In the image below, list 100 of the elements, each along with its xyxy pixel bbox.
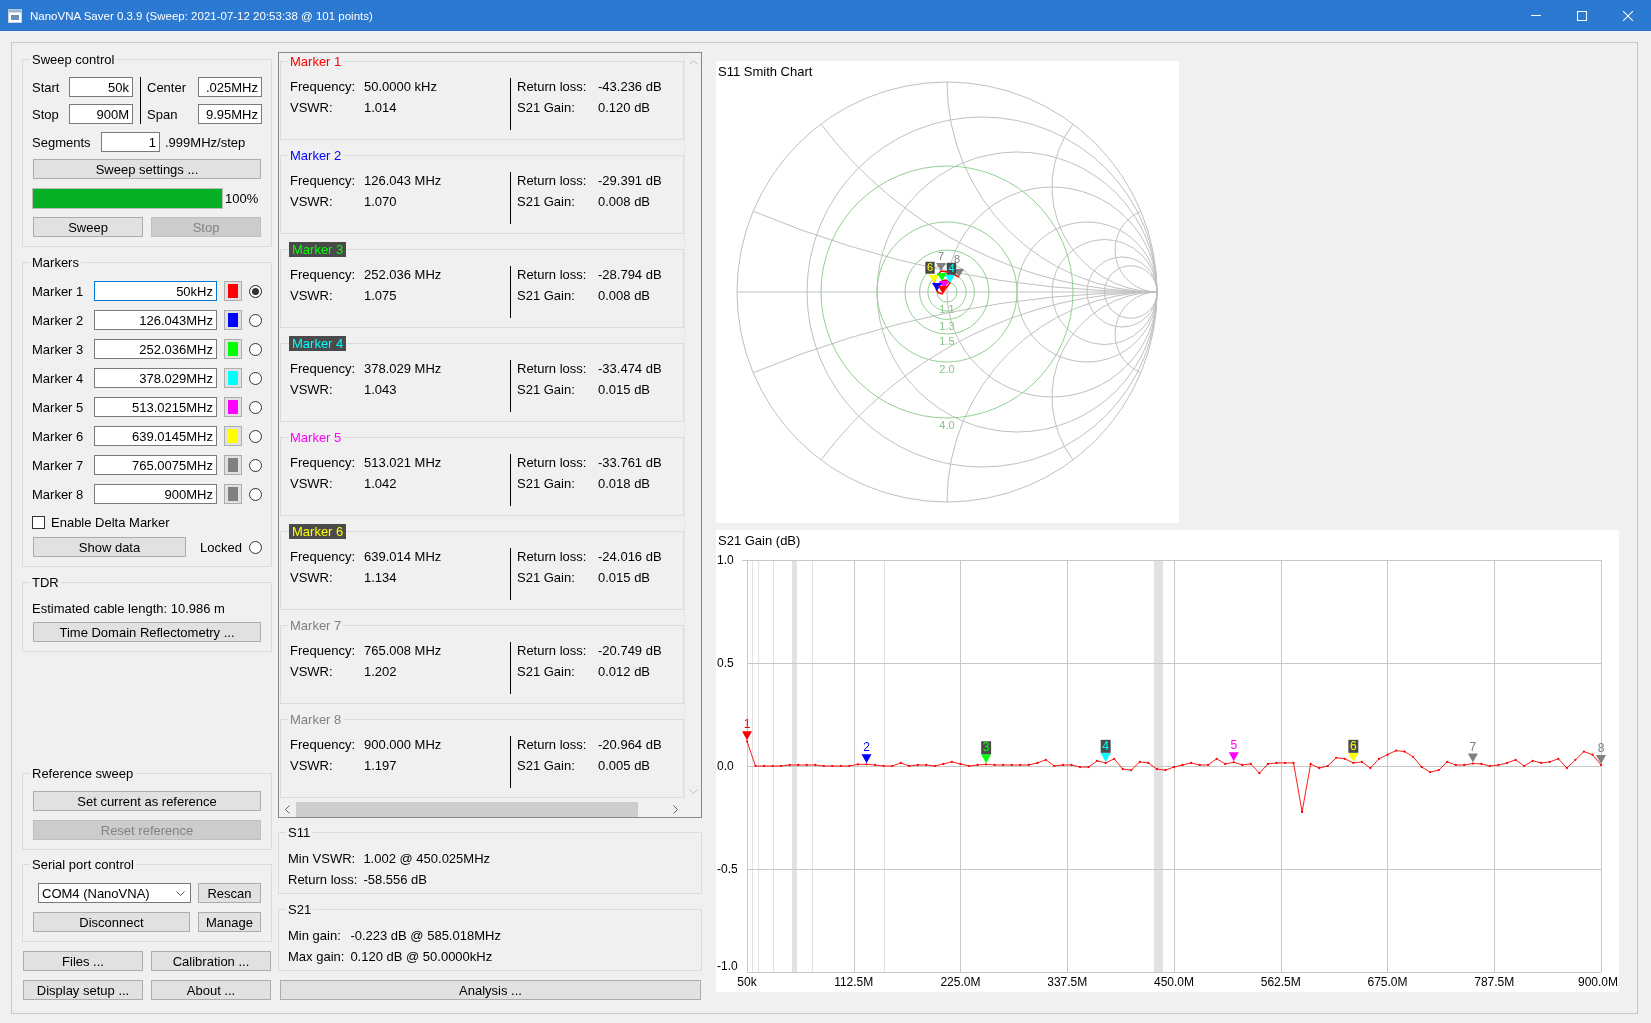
tdr-button[interactable]: Time Domain Reflectometry ... (33, 622, 261, 642)
radio-button[interactable] (249, 400, 262, 414)
field-label: S21 Gain: (517, 288, 576, 303)
field-label: Frequency: (290, 267, 357, 282)
calibration-button[interactable]: Calibration ... (151, 951, 271, 971)
marker-frequency-field[interactable]: 126.043MHz (94, 310, 217, 330)
marker-label: Marker 7 (32, 457, 85, 473)
marker-frequency-field[interactable]: 900MHz (94, 484, 217, 504)
field-value: 900.000 MHz (364, 737, 443, 752)
group-title: Serial port control (31, 857, 135, 872)
set-reference-button[interactable]: Set current as reference (33, 791, 261, 811)
marker-frequency-field[interactable]: 252.036MHz (94, 339, 217, 359)
radio-button[interactable] (249, 540, 262, 554)
vswr-label: 4.0 (939, 419, 955, 431)
show-data-button[interactable]: Show data (33, 537, 186, 557)
chevron-right-icon[interactable] (673, 805, 678, 814)
analysis-button[interactable]: Analysis ... (280, 980, 701, 1000)
marker-label: 5 (1230, 738, 1238, 753)
field-value: -58.556 dB (363, 872, 428, 887)
color-picker-button[interactable] (224, 310, 242, 330)
display-setup-button[interactable]: Display setup ... (23, 980, 143, 1000)
radio-button[interactable] (249, 371, 262, 385)
field-label: Start (32, 79, 61, 95)
color-picker-button[interactable] (224, 368, 242, 388)
color-picker-button[interactable] (224, 455, 242, 475)
radio-button[interactable] (249, 429, 262, 443)
marker-label: Marker 6 (32, 428, 85, 444)
field-label: Frequency: (290, 455, 357, 470)
marker-label: 7 (937, 250, 945, 262)
marker-triangle (1228, 752, 1239, 762)
radio-button[interactable] (249, 487, 262, 501)
marker-frequency-field[interactable]: 513.0215MHz (94, 397, 217, 417)
field-label: Return loss: (517, 455, 588, 470)
radio-button[interactable] (249, 342, 262, 356)
vswr-label: 1.5 (939, 335, 955, 347)
color-picker-button[interactable] (224, 484, 242, 504)
chart-title: S21 Gain (dB) (718, 533, 801, 548)
marker-label: Marker 3 (32, 341, 85, 357)
field-value: -0.223 dB @ 585.018MHz (350, 928, 501, 943)
group-title: S11 (287, 825, 312, 840)
field-value: 1.014 (364, 100, 398, 115)
port-dropdown[interactable]: COM4 (NanoVNA) (38, 883, 191, 903)
axis-tick-label: 0.5 (717, 656, 734, 670)
rescan-button[interactable]: Rescan (198, 883, 261, 903)
sweep-settings-button[interactable]: Sweep settings ... (33, 159, 261, 179)
field-value: 0.018 dB (598, 476, 652, 491)
manage-button[interactable]: Manage (198, 912, 261, 932)
frequency-field[interactable]: 50k (69, 77, 133, 97)
field-label: Return loss: (517, 361, 588, 376)
color-picker-button[interactable] (224, 339, 242, 359)
field-value: 252.036 MHz (364, 267, 443, 282)
axis-tick-label: 50k (737, 975, 757, 989)
axis-tick-label: 112.5M (834, 975, 874, 989)
field-label: Frequency: (290, 173, 357, 188)
maximize-icon (1577, 10, 1587, 21)
radio-button[interactable] (249, 458, 262, 472)
marker-frequency-field[interactable]: 639.0145MHz (94, 426, 217, 446)
trace-line (933, 270, 960, 295)
field-value: 0.008 dB (598, 288, 652, 303)
color-picker-button[interactable] (224, 281, 242, 301)
checkbox-label: Enable Delta Marker (51, 514, 170, 530)
color-picker-button[interactable] (224, 397, 242, 417)
step-size-text: .999MHz/step (165, 134, 246, 150)
marker-label: 8 (953, 253, 961, 265)
vswr-label: 2.0 (939, 363, 955, 375)
frequency-field[interactable]: 9.95MHz (198, 104, 262, 124)
marker-title: Marker 5 (289, 430, 343, 445)
marker-triangle (1348, 752, 1359, 762)
field-label: S21 Gain: (517, 664, 576, 679)
sweep-button[interactable]: Sweep (33, 217, 143, 237)
marker-frequency-field[interactable]: 50kHz (94, 281, 217, 301)
marker-frequency-field[interactable]: 378.029MHz (94, 368, 217, 388)
minimize-icon (1531, 15, 1541, 16)
frequency-field[interactable]: .025MHz (198, 77, 262, 97)
radio-button[interactable] (249, 313, 262, 327)
field-value: 0.015 dB (598, 570, 652, 585)
field-value: 0.120 dB @ 50.0000kHz (350, 949, 494, 964)
frequency-field[interactable]: 900M (69, 104, 133, 124)
disconnect-button[interactable]: Disconnect (33, 912, 190, 932)
marker-frequency-field[interactable]: 765.0075MHz (94, 455, 217, 475)
field-label: Min VSWR: (288, 851, 357, 866)
checkbox[interactable] (32, 515, 45, 529)
marker-label: 2 (863, 740, 870, 755)
field-value: 126.043 MHz (364, 173, 443, 188)
field-label: S21 Gain: (517, 758, 576, 773)
group-title: Reference sweep (31, 766, 135, 781)
files-button[interactable]: Files ... (23, 951, 143, 971)
field-value: 1.070 (364, 194, 398, 209)
segments-field[interactable]: 1 (101, 132, 160, 152)
color-picker-button[interactable] (224, 426, 242, 446)
field-value: 0.015 dB (598, 382, 652, 397)
marker-triangle (981, 754, 992, 764)
scrollbar-thumb[interactable] (296, 802, 638, 817)
about-button[interactable]: About ... (151, 980, 271, 1000)
field-value: -28.794 dB (598, 267, 662, 282)
chevron-left-icon[interactable] (285, 805, 290, 814)
field-value: 0.120 dB (598, 100, 652, 115)
field-label: VSWR: (290, 100, 334, 115)
field-value: -24.016 dB (598, 549, 662, 564)
radio-button[interactable] (249, 284, 262, 298)
